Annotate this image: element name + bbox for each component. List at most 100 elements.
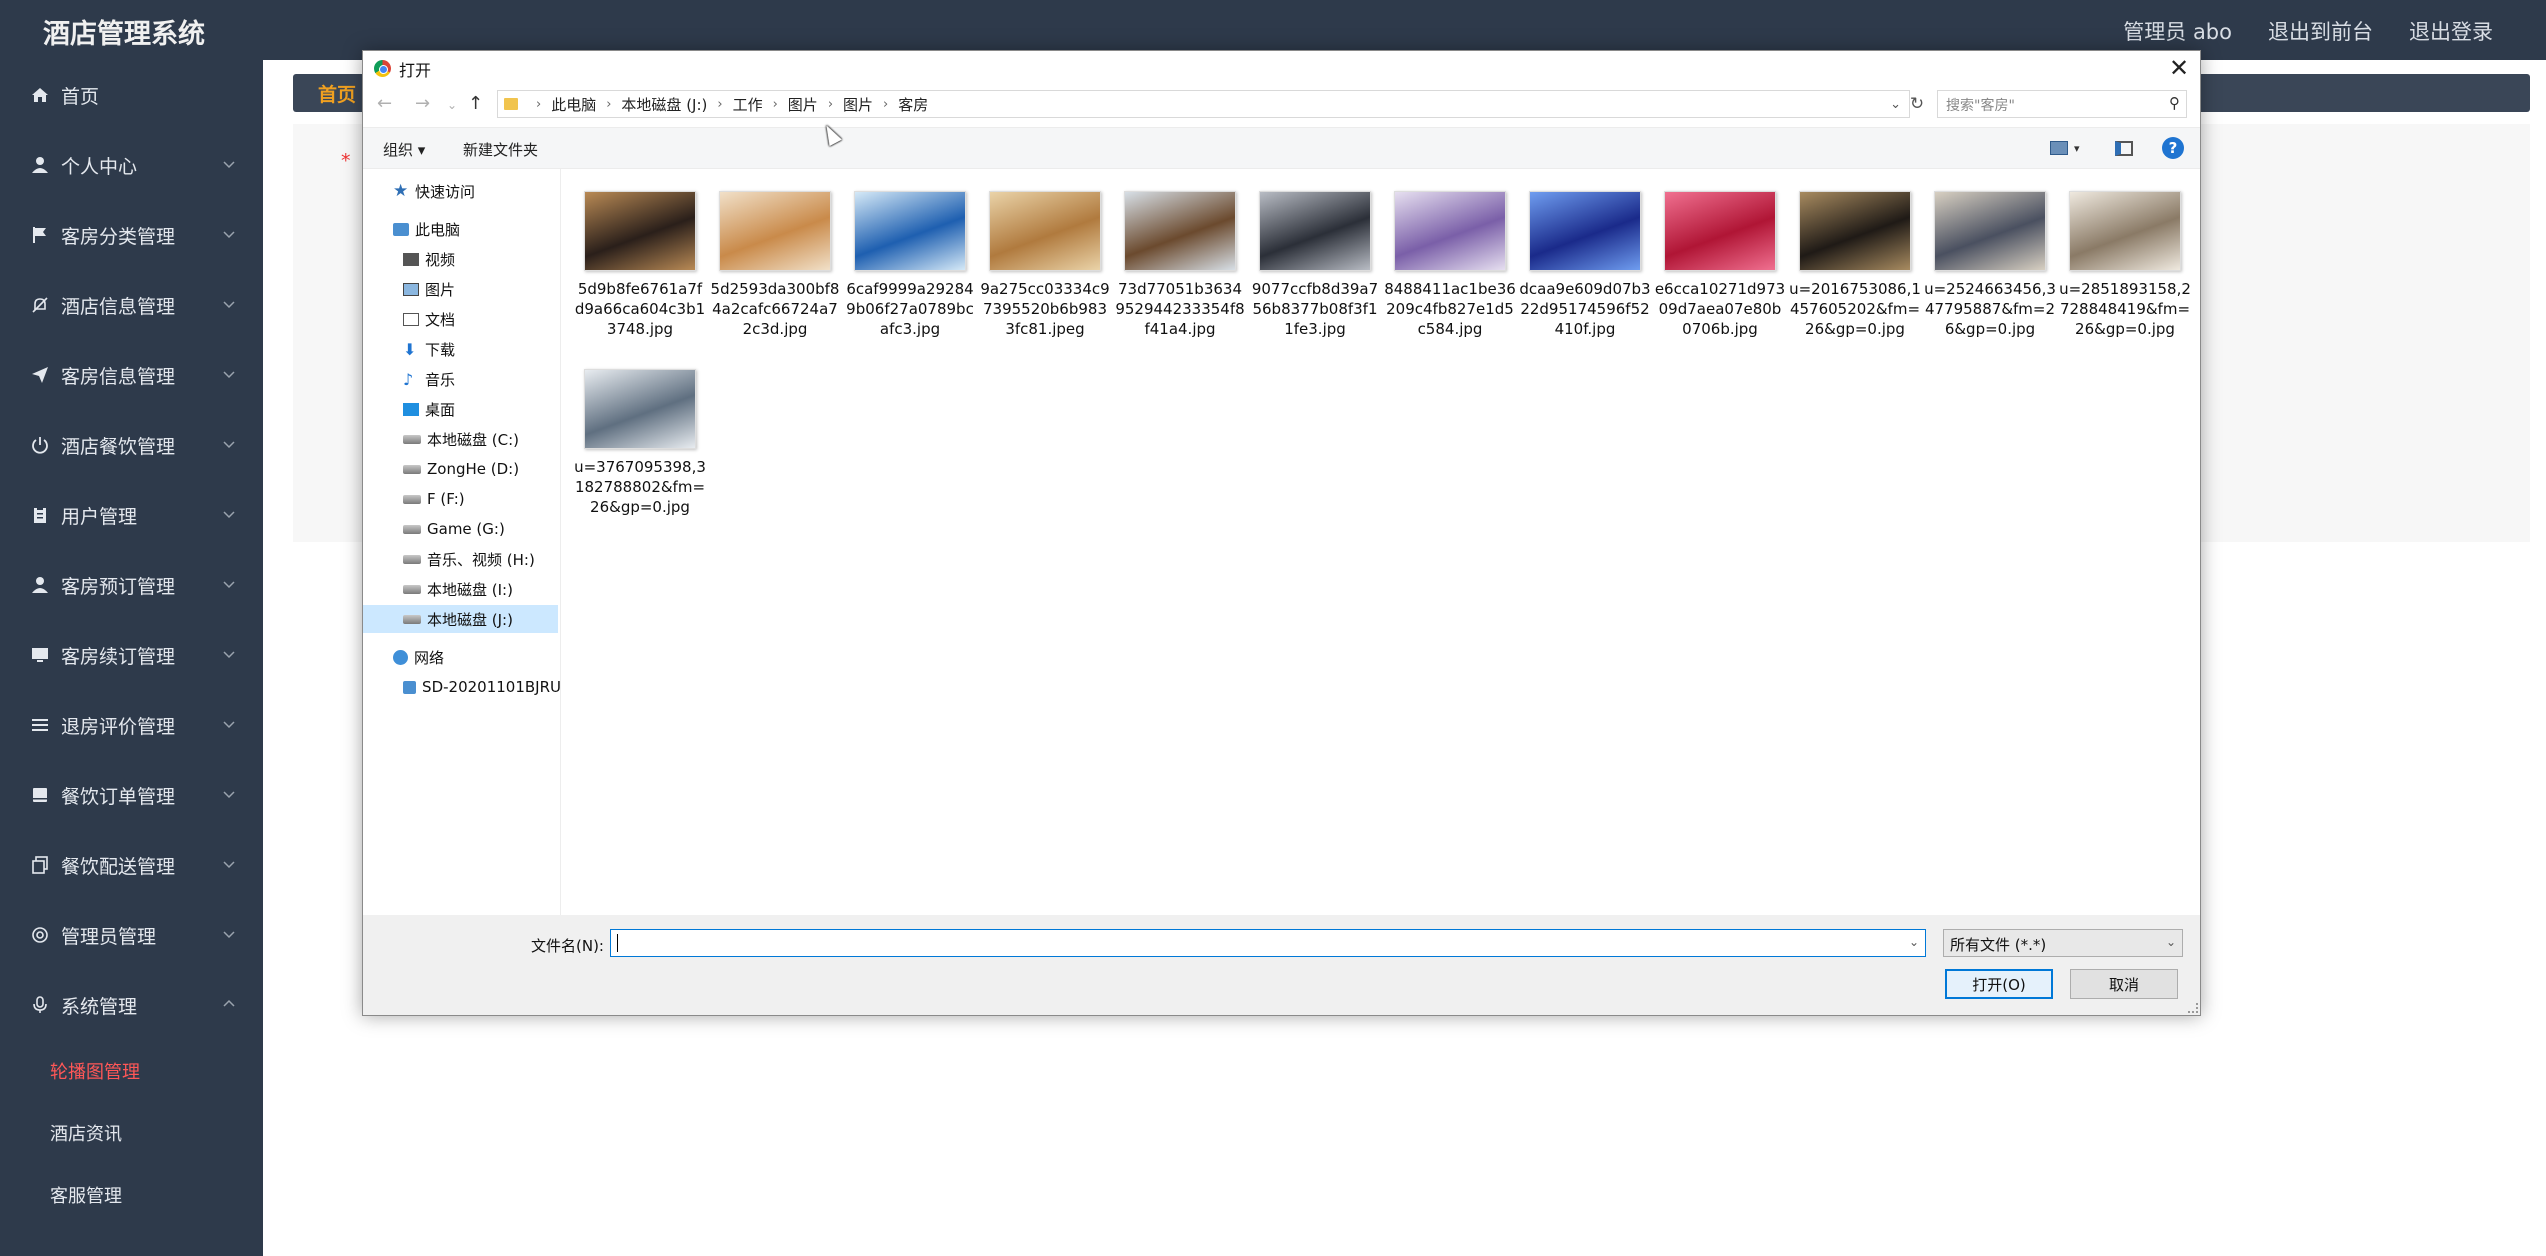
file-item[interactable]: u=2016753086,1457605202&fm=26&gp=0.jpg xyxy=(1789,191,1921,339)
tree-item-drive-c[interactable]: 本地磁盘 (C:) xyxy=(403,425,519,453)
chevron-down-icon[interactable]: ⌄ xyxy=(1909,935,1919,949)
tree-item-music[interactable]: ♪ 音乐 xyxy=(403,365,455,393)
help-button[interactable]: ? xyxy=(2162,137,2184,159)
filename-label: 文件名(N): xyxy=(531,937,604,955)
network-icon xyxy=(393,649,408,665)
tree-item-label: 网络 xyxy=(414,648,445,667)
file-item[interactable]: u=2851893158,2728848419&fm=26&gp=0.jpg xyxy=(2059,191,2191,339)
sidebar-item-admins[interactable]: 管理员管理 xyxy=(0,900,263,970)
cancel-button[interactable]: 取消 xyxy=(2070,969,2178,999)
sidebar-item-label: 客房分类管理 xyxy=(61,225,176,248)
tree-item-videos[interactable]: 视频 xyxy=(403,245,455,273)
tree-item-drive-d[interactable]: ZongHe (D:) xyxy=(403,455,519,483)
file-type-select[interactable]: 所有文件 (*.*) ⌄ xyxy=(1943,929,2183,957)
file-item[interactable]: 5d9b8fe6761a7fd9a66ca604c3b13748.jpg xyxy=(574,191,706,339)
flag-icon xyxy=(31,226,49,244)
drive-icon xyxy=(403,494,421,504)
tree-item-network[interactable]: 网络 xyxy=(393,643,444,671)
file-thumbnail xyxy=(854,191,966,271)
file-name: u=2524663456,347795887&fm=26&gp=0.jpg xyxy=(1924,280,2056,338)
organize-button[interactable]: 组织 ▾ xyxy=(383,139,425,160)
forward-arrow-icon[interactable]: → xyxy=(415,93,430,114)
file-name: u=2016753086,1457605202&fm=26&gp=0.jpg xyxy=(1789,280,1921,338)
logout-link[interactable]: 退出登录 xyxy=(2409,16,2493,46)
back-to-frontend-link[interactable]: 退出到前台 xyxy=(2268,16,2373,46)
sidebar-item-users[interactable]: 用户管理 xyxy=(0,480,263,550)
top-links: 管理员 abo 退出到前台 退出登录 xyxy=(2123,16,2493,46)
sidebar-subitem-carousel[interactable]: 轮播图管理 xyxy=(0,1040,263,1102)
sidebar-item-room-renewal[interactable]: 客房续订管理 xyxy=(0,620,263,690)
sidebar-item-room-category[interactable]: 客房分类管理 xyxy=(0,200,263,270)
file-item[interactable]: u=3767095398,3182788802&fm=26&gp=0.jpg xyxy=(574,369,706,517)
video-icon xyxy=(403,252,419,266)
chevron-down-icon[interactable]: ⌄ xyxy=(447,98,457,112)
close-button[interactable]: ✕ xyxy=(2164,53,2194,83)
tree-item-drive-h[interactable]: 音乐、视频 (H:) xyxy=(403,545,535,573)
file-item[interactable]: 73d77051b3634952944233354f8f41a4.jpg xyxy=(1114,191,1246,339)
new-folder-button[interactable]: 新建文件夹 xyxy=(463,139,538,160)
tree-item-pictures[interactable]: 图片 xyxy=(403,275,455,303)
file-item[interactable]: 5d2593da300bf84a2cafc66724a72c3d.jpg xyxy=(709,191,841,339)
file-name: 9a275cc03334c97395520b6b9833fc81.jpeg xyxy=(980,280,1110,338)
sidebar-item-checkout-review[interactable]: 退房评价管理 xyxy=(0,690,263,760)
file-item[interactable]: 6caf9999a292849b06f27a0789bcafc3.jpg xyxy=(844,191,976,339)
sidebar-item-hotel-info[interactable]: 酒店信息管理 xyxy=(0,270,263,340)
breadcrumb-item[interactable]: 本地磁盘 (J:) xyxy=(621,94,707,115)
breadcrumb-item[interactable]: 图片 xyxy=(788,94,818,115)
up-arrow-icon[interactable]: ↑ xyxy=(468,93,483,114)
sidebar-item-system[interactable]: 系统管理 xyxy=(0,970,263,1040)
tree-item-desktop[interactable]: 桌面 xyxy=(403,395,455,423)
sidebar-item-room-booking[interactable]: 客房预订管理 xyxy=(0,550,263,620)
tree-item-drive-g[interactable]: Game (G:) xyxy=(403,515,505,543)
address-bar[interactable]: › 此电脑 › 本地磁盘 (J:) › 工作 › 图片 › 图片 › 客房 ⌄ xyxy=(497,90,1910,118)
filename-input[interactable]: ⌄ xyxy=(610,929,1926,957)
tree-item-drive-f[interactable]: F (F:) xyxy=(403,485,465,513)
tree-item-drive-j[interactable]: 本地磁盘 (J:) xyxy=(363,605,558,633)
file-name: dcaa9e609d07b322d95174596f52410f.jpg xyxy=(1519,280,1651,338)
sidebar-subitem-hotel-news[interactable]: 酒店资讯 xyxy=(0,1102,263,1164)
resize-grip-icon[interactable] xyxy=(2188,1003,2198,1013)
breadcrumb-item[interactable]: 此电脑 xyxy=(551,94,596,115)
power-icon xyxy=(31,436,49,454)
file-item[interactable]: u=2524663456,347795887&fm=26&gp=0.jpg xyxy=(1924,191,2056,339)
sidebar-item-room-info[interactable]: 客房信息管理 xyxy=(0,340,263,410)
tree-item-quick-access[interactable]: ★ 快速访问 xyxy=(393,177,475,205)
tree-item-drive-i[interactable]: 本地磁盘 (I:) xyxy=(403,575,513,603)
sidebar-item-label: 个人中心 xyxy=(61,155,138,178)
sidebar-item-catering-orders[interactable]: 餐饮订单管理 xyxy=(0,760,263,830)
sidebar-item-home[interactable]: 首页 xyxy=(0,60,263,130)
view-options-button[interactable]: ▾ xyxy=(2050,137,2080,159)
file-item[interactable]: 9077ccfb8d39a756b8377b08f3f11fe3.jpg xyxy=(1249,191,1381,339)
file-thumbnail xyxy=(1529,191,1641,271)
back-arrow-icon[interactable]: ← xyxy=(377,93,392,114)
chevron-down-icon xyxy=(223,721,235,729)
sidebar-item-catering[interactable]: 酒店餐饮管理 xyxy=(0,410,263,480)
sidebar-item-profile[interactable]: 个人中心 xyxy=(0,130,263,200)
sidebar-item-label: 酒店餐饮管理 xyxy=(61,435,176,458)
file-item[interactable]: 8488411ac1be36209c4fb827e1d5c584.jpg xyxy=(1384,191,1516,339)
breadcrumb-item[interactable]: 图片 xyxy=(843,94,873,115)
tree-item-downloads[interactable]: ⬇ 下载 xyxy=(403,335,455,363)
tree-item-label: ZongHe (D:) xyxy=(427,460,520,478)
refresh-icon[interactable]: ↻ xyxy=(1906,93,1928,115)
sidebar-subitem-customer-service[interactable]: 客服管理 xyxy=(0,1164,263,1226)
tree-item-network-pc[interactable]: SD-20201101BJRU xyxy=(403,673,561,701)
preview-pane-button[interactable] xyxy=(2115,137,2133,159)
sidebar-item-catering-delivery[interactable]: 餐饮配送管理 xyxy=(0,830,263,900)
bell-slash-icon xyxy=(31,296,49,314)
file-item[interactable]: dcaa9e609d07b322d95174596f52410f.jpg xyxy=(1519,191,1651,339)
drive-icon xyxy=(403,614,421,624)
chevron-right-icon: › xyxy=(606,96,612,112)
file-item[interactable]: 9a275cc03334c97395520b6b9833fc81.jpeg xyxy=(979,191,1111,339)
tree-item-this-pc[interactable]: 此电脑 xyxy=(393,215,460,243)
open-button[interactable]: 打开(O) xyxy=(1945,969,2053,999)
breadcrumb-item[interactable]: 工作 xyxy=(733,94,763,115)
tree-item-documents[interactable]: 文档 xyxy=(403,305,455,333)
breadcrumb-item[interactable]: 客房 xyxy=(898,94,928,115)
chevron-right-icon: › xyxy=(536,96,542,112)
chevron-down-icon[interactable]: ⌄ xyxy=(1890,97,1901,112)
search-input[interactable]: 搜索"客房" ⚲ xyxy=(1937,90,2187,118)
open-file-dialog: 打开 ✕ ← → ⌄ ↑ › 此电脑 › 本地磁盘 (J:) › 工作 › 图片… xyxy=(362,50,2201,1016)
file-item[interactable]: e6cca10271d97309d7aea07e80b0706b.jpg xyxy=(1654,191,1786,339)
desktop-icon xyxy=(403,402,419,416)
